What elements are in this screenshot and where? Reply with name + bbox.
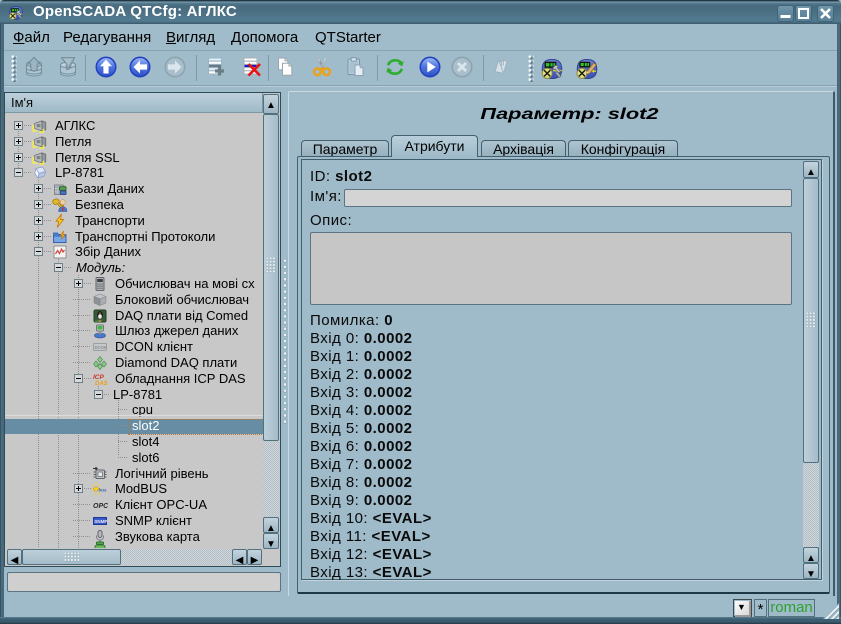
svg-text:com: com xyxy=(95,318,101,322)
svg-text:ICP: ICP xyxy=(93,374,105,381)
svg-text:DAS: DAS xyxy=(95,381,108,387)
svg-text:SNMP: SNMP xyxy=(94,519,107,524)
svg-text:OPC: OPC xyxy=(93,503,108,510)
svg-text:DCON: DCON xyxy=(95,345,107,350)
svg-text:bus: bus xyxy=(99,488,107,493)
